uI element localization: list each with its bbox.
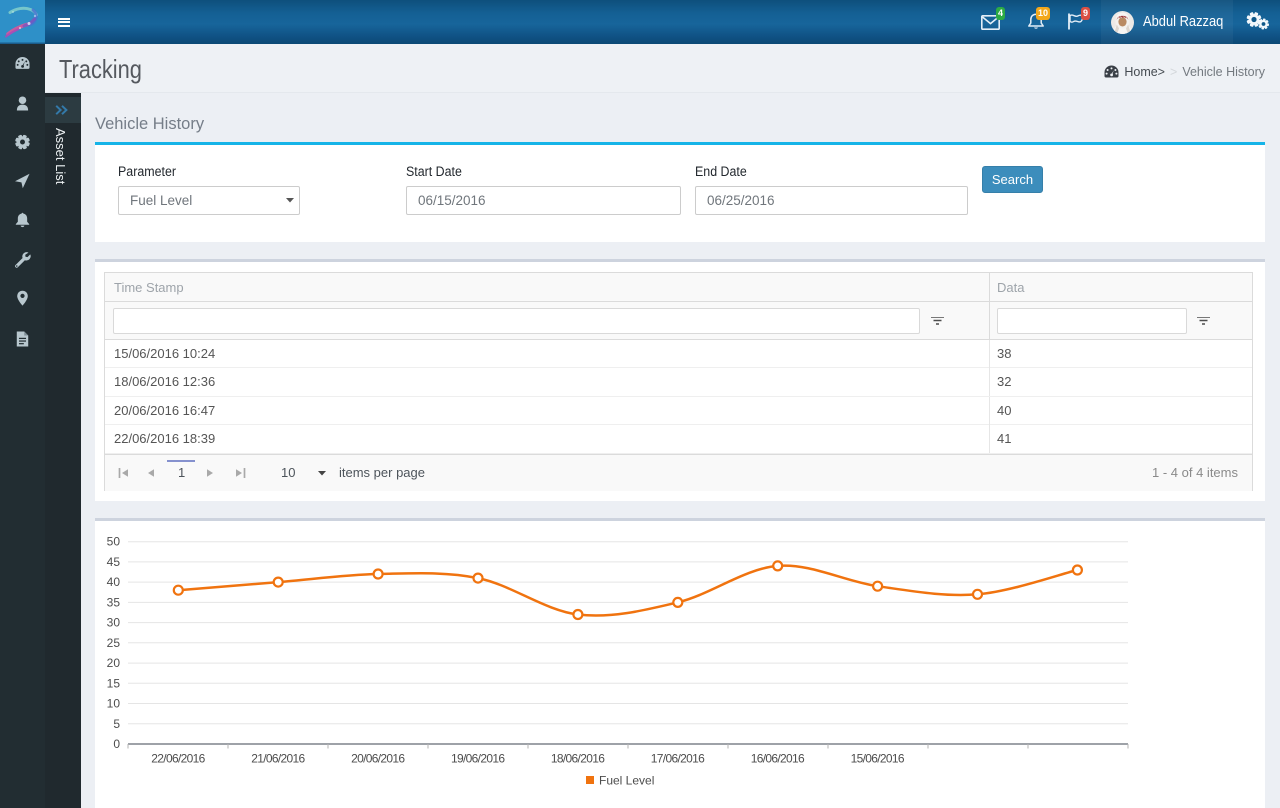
svg-text:20/06/2016: 20/06/2016 (351, 752, 405, 766)
svg-text:20: 20 (107, 656, 121, 670)
svg-text:21/06/2016: 21/06/2016 (251, 752, 305, 766)
svg-text:10: 10 (107, 697, 121, 711)
svg-text:19/06/2016: 19/06/2016 (451, 752, 505, 766)
svg-text:45: 45 (107, 555, 121, 569)
svg-text:18/06/2016: 18/06/2016 (551, 752, 605, 766)
svg-text:0: 0 (113, 737, 120, 751)
svg-text:35: 35 (107, 595, 121, 609)
svg-text:15/06/2016: 15/06/2016 (851, 752, 905, 766)
svg-text:16/06/2016: 16/06/2016 (751, 752, 805, 766)
svg-text:15: 15 (107, 676, 121, 690)
svg-text:30: 30 (107, 616, 121, 630)
svg-text:17/06/2016: 17/06/2016 (651, 752, 705, 766)
svg-text:25: 25 (107, 636, 121, 650)
svg-text:Fuel Level: Fuel Level (599, 774, 654, 788)
svg-text:22/06/2016: 22/06/2016 (151, 752, 205, 766)
svg-text:50: 50 (107, 535, 121, 549)
svg-text:40: 40 (107, 575, 121, 589)
svg-text:5: 5 (113, 717, 120, 731)
